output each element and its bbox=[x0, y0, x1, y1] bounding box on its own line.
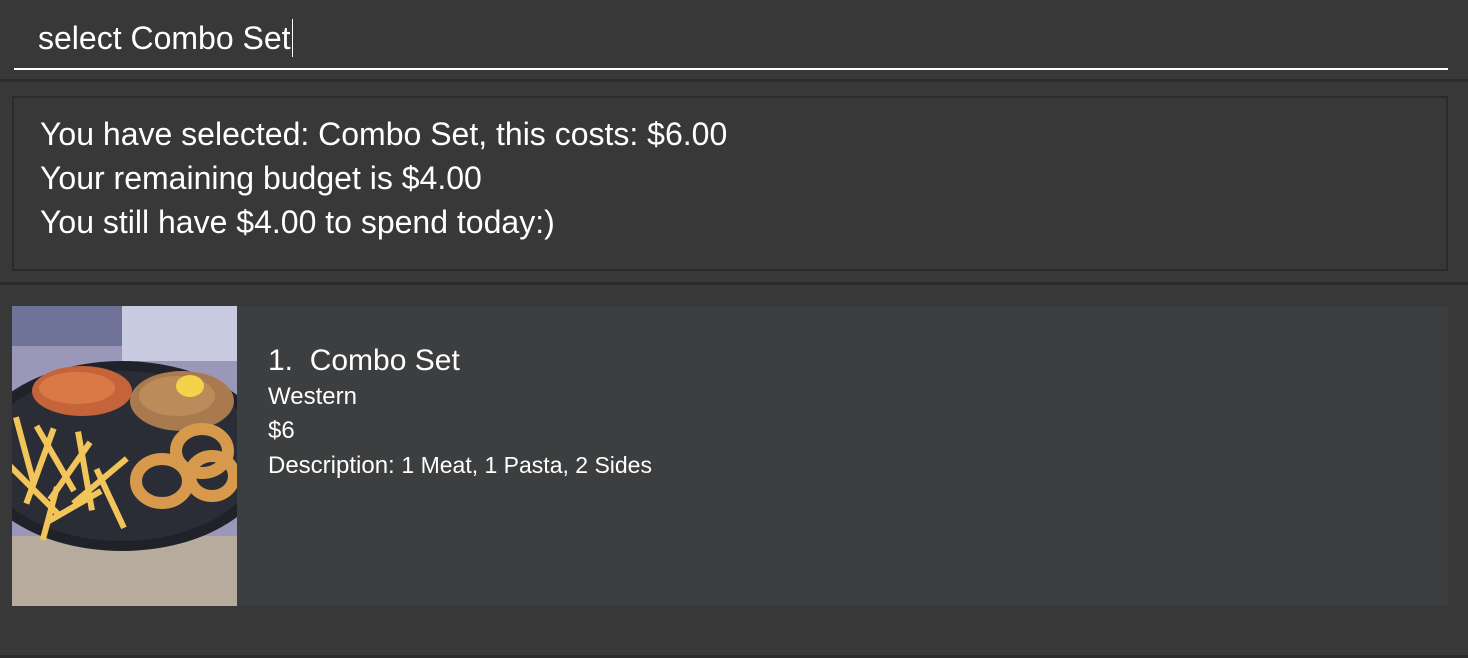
description-label: Description: bbox=[268, 452, 395, 479]
food-name: Combo Set bbox=[309, 344, 460, 377]
app-window: select Combo Set You have selected: Comb… bbox=[0, 0, 1468, 658]
text-caret bbox=[291, 19, 293, 57]
food-description: Description: 1 Meat, 1 Pasta, 2 Sides bbox=[268, 448, 652, 483]
result-line: You still have $4.00 to spend today:) bbox=[40, 204, 555, 240]
command-input[interactable]: select Combo Set bbox=[14, 8, 1448, 70]
food-card[interactable]: 1. Combo Set Western $6 Description: 1 M… bbox=[12, 306, 1448, 606]
food-index: 1. bbox=[268, 344, 294, 377]
result-display: You have selected: Combo Set, this costs… bbox=[12, 96, 1448, 271]
result-line: You have selected: Combo Set, this costs… bbox=[40, 116, 728, 152]
food-photo-image bbox=[12, 306, 237, 606]
food-price: $6 bbox=[268, 417, 295, 444]
command-box: select Combo Set bbox=[0, 0, 1468, 82]
result-display-area: You have selected: Combo Set, this costs… bbox=[0, 82, 1468, 285]
food-title: 1. Combo Set bbox=[268, 342, 652, 380]
food-category: Western bbox=[268, 383, 357, 410]
food-info: 1. Combo Set Western $6 Description: 1 M… bbox=[268, 342, 652, 483]
food-list-panel: 1. Combo Set Western $6 Description: 1 M… bbox=[0, 285, 1468, 658]
description-value: 1 Meat, 1 Pasta, 2 Sides bbox=[401, 452, 652, 478]
result-line: Your remaining budget is $4.00 bbox=[40, 160, 482, 196]
command-input-text: select Combo Set bbox=[38, 19, 291, 56]
food-photo bbox=[12, 306, 237, 606]
